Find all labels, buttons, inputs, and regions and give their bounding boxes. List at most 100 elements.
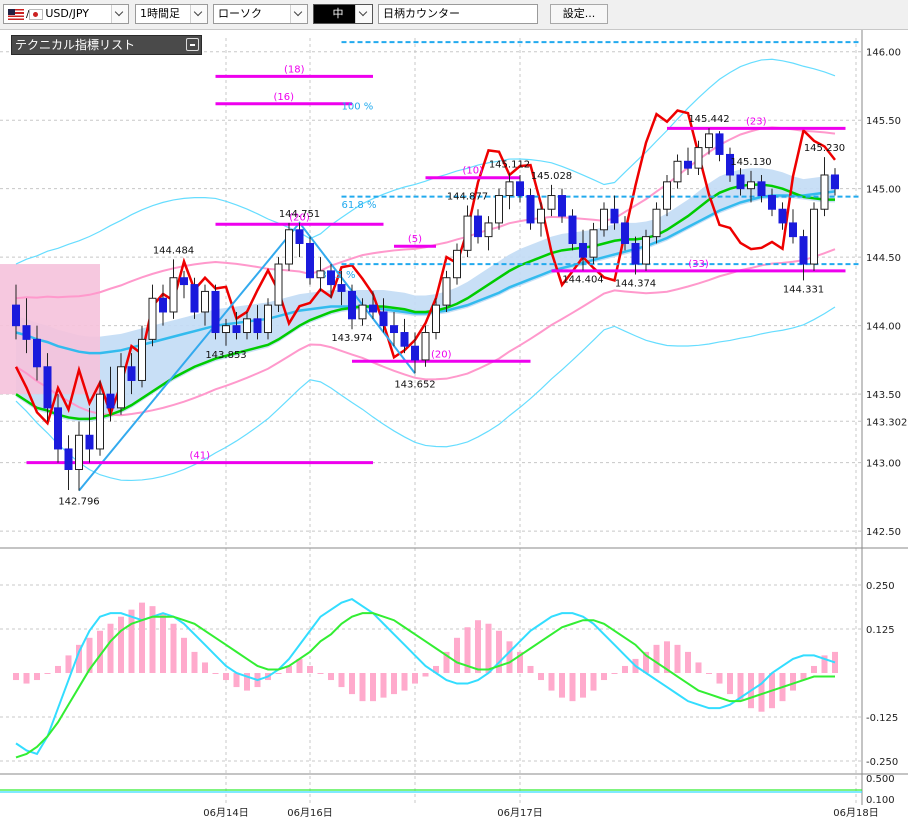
macd-histogram-bar (811, 665, 817, 673)
candle-body (127, 366, 136, 381)
candle-body (148, 297, 157, 340)
macd-histogram-bar (485, 623, 492, 673)
price-label: 143.853 (205, 350, 246, 361)
macd-histogram-bar (527, 665, 534, 673)
day-counter-label: 日柄カウンター (383, 7, 460, 20)
macd-histogram-bar (170, 623, 177, 673)
candle-body (516, 181, 524, 197)
x-tick-label: 06月14日 (203, 807, 248, 819)
candle-body (652, 208, 661, 238)
macd-histogram-bar (601, 673, 607, 681)
candle-body (621, 222, 629, 244)
price-label: 144.877 (447, 192, 488, 203)
candle-body (789, 222, 797, 238)
candle-body (285, 229, 293, 265)
candle-body (589, 229, 598, 258)
macd-histogram-bar (328, 673, 334, 681)
minimize-icon[interactable] (186, 38, 199, 51)
macd-histogram-bar (275, 673, 282, 674)
timeframe-select[interactable]: 1時間足 (135, 4, 208, 24)
macd-histogram-bar (538, 673, 544, 681)
candle-body (264, 304, 272, 334)
candle-body (211, 290, 220, 334)
chart-style-select[interactable]: ローソク (213, 4, 308, 24)
x-tick-label: 06月18日 (833, 807, 878, 819)
x-tick-label: 06月16日 (287, 807, 332, 819)
chevron-down-icon (355, 5, 372, 23)
candle-body (274, 263, 283, 306)
candle-body (379, 311, 388, 327)
price-label: 144.484 (153, 245, 194, 256)
size-select[interactable]: 中 (313, 4, 373, 24)
candle-body (747, 181, 755, 190)
candle-body (474, 215, 482, 238)
macd-histogram-bar (401, 673, 408, 691)
y-tick-label: 145.50 (866, 116, 901, 127)
macd-histogram-bar (23, 673, 30, 684)
us-flag-icon (8, 8, 24, 20)
candle-body (253, 318, 262, 334)
macd-histogram-bar (454, 637, 460, 673)
macd-histogram-bar (695, 662, 702, 673)
period-marker-label: (33) (688, 259, 709, 270)
candle-body (495, 195, 503, 224)
candle-body (684, 160, 692, 169)
candle-body (106, 393, 115, 409)
macd-histogram-bar (34, 673, 40, 681)
symbol-select[interactable]: / USD/JPY (3, 4, 129, 24)
y-tick-label: 142.50 (866, 527, 901, 538)
macd-histogram-bar (674, 644, 681, 673)
macd-histogram-bar (790, 673, 796, 691)
price-label: 144.751 (279, 209, 320, 220)
y-tick-label: 146.00 (866, 48, 901, 59)
candle-body (411, 345, 419, 361)
candle-body (568, 215, 577, 244)
x-tick-label: 06月17日 (497, 807, 542, 819)
price-label: 145.442 (688, 114, 729, 125)
macd-histogram-bar (65, 655, 72, 673)
symbol-label: USD/JPY (45, 7, 89, 20)
macd-histogram-bar (55, 665, 61, 673)
candle-body (12, 304, 20, 327)
chart-style-label: ローソク (218, 7, 262, 20)
macd-histogram-bar (706, 673, 712, 674)
y-tick-label: 0.500 (866, 774, 895, 785)
fib-level-label: 100 % (342, 101, 374, 112)
y-tick-label: 144.50 (866, 253, 901, 264)
period-marker-label: (20) (431, 349, 452, 360)
candle-body (243, 318, 251, 334)
candle-body (778, 208, 787, 224)
macd-histogram-bar (202, 662, 208, 673)
candle-body (579, 242, 587, 258)
candle-body (201, 290, 209, 313)
macd-histogram-bar (359, 673, 366, 702)
price-label: 145.130 (730, 157, 771, 168)
macd-histogram-bar (569, 673, 576, 702)
day-counter-field[interactable]: 日柄カウンター (378, 4, 538, 24)
candle-body (831, 174, 839, 190)
price-label: 142.796 (58, 497, 99, 508)
candle-body (642, 236, 650, 265)
price-label: 144.331 (783, 284, 824, 295)
macd-histogram-bar (44, 673, 51, 674)
bollinger-band-line (15, 58, 836, 265)
chevron-down-icon (190, 5, 207, 23)
period-marker-label: (23) (746, 116, 767, 127)
macd-histogram-bar (128, 609, 135, 673)
y-tick-label: 145.00 (866, 185, 901, 196)
candle-body (337, 284, 346, 292)
macd-histogram-bar (506, 641, 513, 673)
candle-body (138, 338, 146, 381)
macd-histogram-bar (380, 673, 387, 698)
candle-body (799, 236, 808, 265)
candle-body (222, 325, 230, 334)
candle-body (295, 229, 304, 244)
candle-body (705, 133, 713, 149)
macd-histogram-bar (559, 673, 565, 698)
candle-body (54, 407, 62, 450)
macd-histogram-bar (317, 673, 324, 674)
technical-indicator-list[interactable]: テクニカル指標リスト (11, 35, 202, 55)
candle-body (348, 290, 356, 320)
fib-level-label: 61.8 % (342, 200, 377, 211)
settings-button[interactable]: 設定... (550, 4, 608, 24)
